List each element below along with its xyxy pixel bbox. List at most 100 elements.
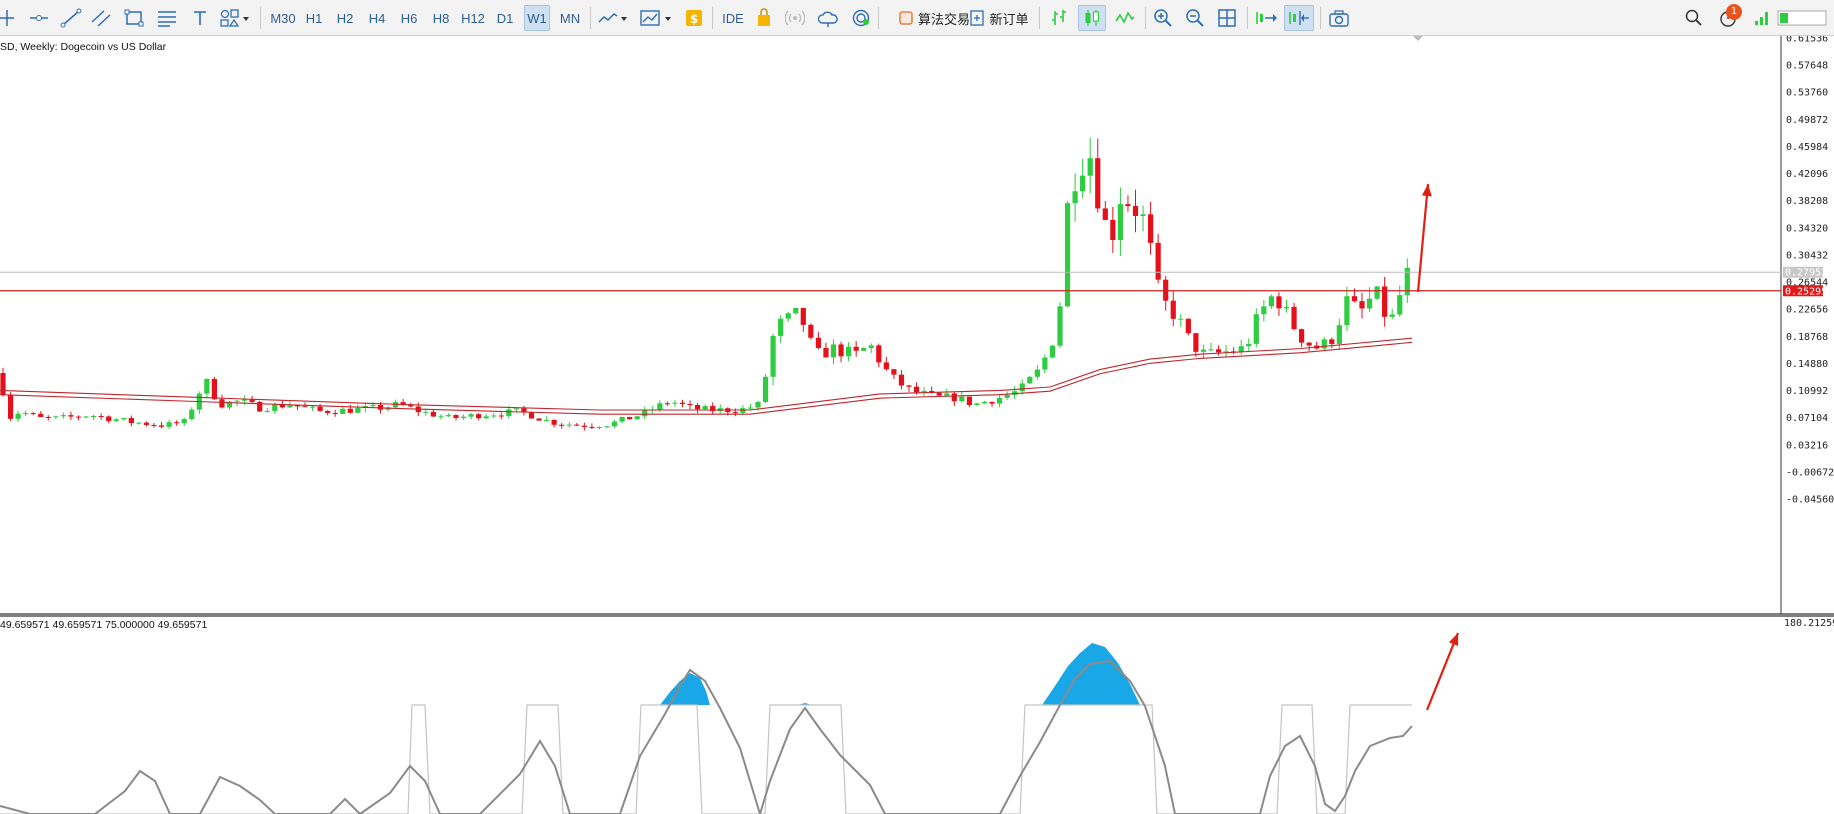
candle-body [506, 409, 512, 416]
indicator-values-label: 49.659571 49.659571 75.000000 49.659571 [0, 619, 207, 631]
screenshot-icon[interactable] [1326, 5, 1352, 31]
channel-icon[interactable] [88, 5, 114, 31]
chart-shift-icon[interactable] [1284, 5, 1314, 31]
candle-body [1329, 339, 1335, 344]
dollar-icon[interactable]: $ [682, 5, 706, 31]
candle-body [1344, 296, 1350, 326]
price-tick: 0.42096 [1786, 169, 1828, 180]
candle-body [1299, 329, 1305, 343]
price-tick: 0.30432 [1786, 250, 1828, 261]
indicator-pane[interactable]: 49.659571 49.659571 75.000000 49.659571 … [0, 618, 1834, 814]
trendline-icon[interactable] [58, 5, 84, 31]
price-tick: 0.61536 [1786, 36, 1828, 45]
zoom-in-icon[interactable] [1150, 5, 1176, 31]
chart-area[interactable]: SD, Weekly: Dogecoin vs US Dollar 0.6153… [0, 36, 1834, 814]
svg-text:$: $ [690, 12, 698, 26]
candle-body [657, 403, 663, 410]
line-chart-icon[interactable] [1112, 5, 1138, 31]
horizontal-line-icon[interactable] [26, 5, 52, 31]
templates-icon[interactable] [638, 5, 674, 31]
timeframe-h4[interactable]: H4 [365, 5, 389, 31]
candle-body [906, 385, 912, 387]
candle-body [7, 394, 14, 419]
timeframe-h6[interactable]: H6 [397, 5, 421, 31]
candle-body [181, 419, 187, 424]
timeframe-h8[interactable]: H8 [429, 5, 453, 31]
crosshair-icon[interactable] [0, 5, 14, 31]
price-tick: 0.45984 [1786, 142, 1828, 153]
price-pane[interactable]: SD, Weekly: Dogecoin vs US Dollar [0, 36, 1834, 617]
fibonacci-icon[interactable] [154, 5, 180, 31]
timeframe-d1[interactable]: D1 [493, 5, 517, 31]
price-tick: -0.00672 [1786, 467, 1834, 478]
candle-body [174, 422, 180, 424]
rectangle-icon[interactable] [121, 5, 147, 31]
level-price-tag: 0.25295 [1783, 285, 1827, 297]
candle-body [1261, 306, 1267, 315]
candle-body [559, 424, 565, 426]
candle-body [1042, 357, 1048, 370]
candlestick-chart-icon[interactable] [1078, 5, 1106, 31]
market-icon[interactable] [752, 5, 776, 31]
candle-body [793, 307, 799, 314]
new-order-button[interactable]: 新订单 [968, 5, 1030, 31]
price-tick: -0.04560 [1786, 495, 1834, 506]
candle-body [1087, 158, 1093, 176]
timeframe-w1[interactable]: W1 [524, 5, 550, 31]
candle-body [491, 415, 497, 417]
bar-chart-icon[interactable] [1046, 5, 1072, 31]
candle-body [121, 418, 127, 420]
text-icon[interactable] [188, 5, 212, 31]
price-tick: 0.07104 [1786, 413, 1828, 424]
candle-body [642, 409, 648, 417]
candle-body [891, 369, 897, 375]
search-icon[interactable] [1682, 5, 1706, 31]
candle-body [1057, 306, 1063, 346]
candle-body [264, 410, 270, 412]
candle-body [861, 348, 867, 351]
candle-body [75, 416, 82, 418]
candle-body [1306, 342, 1312, 346]
candle-body [98, 415, 104, 417]
candle-body [883, 362, 889, 370]
indicators-icon[interactable] [596, 5, 630, 31]
red-arrow-annotation[interactable] [1425, 632, 1460, 711]
price-tick: 0.57648 [1786, 61, 1828, 72]
timeframe-h12[interactable]: H12 [459, 5, 487, 31]
candle-body [1140, 214, 1146, 216]
signals-icon[interactable] [783, 5, 807, 31]
candle-body [800, 307, 806, 325]
candle-body [15, 413, 21, 419]
candle-body [959, 396, 965, 402]
ide-button[interactable]: IDE [718, 5, 748, 31]
candle-body [1102, 208, 1108, 220]
timeframe-m30[interactable]: M30 [266, 5, 300, 31]
timeframe-h2[interactable]: H2 [333, 5, 357, 31]
autoscroll-icon[interactable] [1252, 5, 1280, 31]
candle-body [143, 422, 150, 425]
candle-body [158, 425, 165, 427]
candle-body [672, 402, 678, 404]
candle-body [498, 415, 504, 417]
vps-icon[interactable] [815, 5, 841, 31]
candle-body [1397, 295, 1403, 315]
timeframe-mn[interactable]: MN [556, 5, 584, 31]
candle-body [755, 402, 761, 408]
candle-body [1276, 296, 1282, 309]
candle-body [453, 415, 459, 419]
candle-body [664, 403, 670, 405]
candle-body [302, 406, 308, 408]
economic-calendar-icon[interactable] [849, 5, 873, 31]
zoom-out-icon[interactable] [1182, 5, 1208, 31]
candle-body [23, 413, 29, 415]
candle-body [219, 399, 225, 408]
shapes-icon[interactable] [218, 5, 252, 31]
timeframe-h1[interactable]: H1 [302, 5, 326, 31]
notifications-button[interactable]: 1 [1713, 4, 1745, 31]
tile-windows-icon[interactable] [1214, 5, 1240, 31]
candle-body [234, 400, 240, 402]
candle-body [627, 416, 633, 420]
candle-body [528, 412, 535, 419]
candle-body [1366, 298, 1373, 309]
candle-body [83, 416, 89, 418]
